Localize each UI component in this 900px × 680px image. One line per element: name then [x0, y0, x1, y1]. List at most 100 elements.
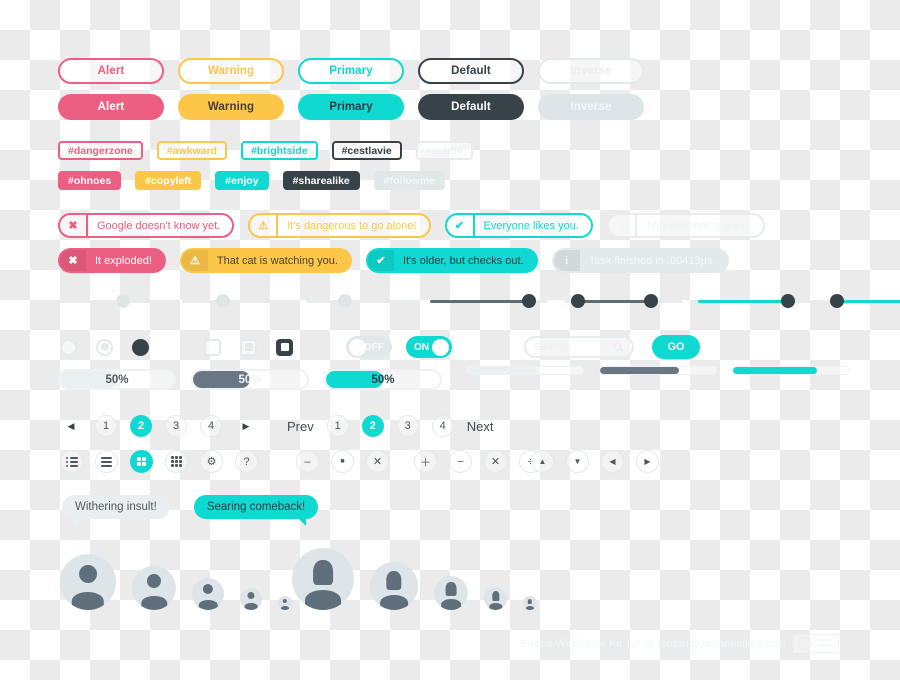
pagination-page-3[interactable]: 3	[165, 415, 187, 437]
avatar-head	[313, 559, 333, 585]
tag-label: #brightside	[250, 144, 308, 157]
copyright-icon: C	[798, 637, 812, 650]
triangle-right-icon[interactable]: ▶	[636, 450, 659, 473]
go-button[interactable]: GO	[652, 335, 700, 359]
checkbox-empty[interactable]	[204, 338, 221, 356]
warning-icon: ⚠	[181, 250, 208, 271]
minus-icon[interactable]: −	[449, 450, 472, 473]
button-warning-solid[interactable]: Warning	[178, 94, 284, 120]
button-label: Primary	[329, 101, 373, 113]
button-inverse-outline[interactable]: Inverse	[538, 58, 644, 84]
triangle-up-icon[interactable]: ▲	[531, 450, 554, 473]
alert-primary-solid[interactable]: ✔ It's older, but checks out.	[365, 248, 538, 273]
list-bullets-icon[interactable]	[60, 450, 83, 473]
radio-filled[interactable]	[132, 338, 149, 356]
checkbox-light[interactable]	[240, 338, 257, 356]
slider-knob[interactable]	[780, 294, 795, 308]
close-icon[interactable]: ✕	[366, 450, 389, 473]
button-label: Primary	[329, 65, 373, 77]
minimize-icon[interactable]: –	[296, 450, 319, 473]
alert-alert-solid[interactable]: ✖ It exploded!	[58, 248, 166, 273]
maximize-icon[interactable]: ■	[331, 450, 354, 473]
slider-knob-high[interactable]	[644, 294, 659, 308]
slider-light-3[interactable]	[306, 294, 414, 308]
speech-bubble-grey[interactable]: Withering insult!	[62, 495, 170, 526]
toggle-off-label: OFF	[364, 341, 384, 353]
radio-empty[interactable]	[60, 338, 77, 356]
toggle-on[interactable]: ON	[406, 336, 452, 358]
alert-warning-outline[interactable]: ⚠ It's dangerous to go alone!	[248, 213, 431, 238]
button-primary-solid[interactable]: Primary	[298, 94, 404, 120]
search-icon[interactable]	[613, 341, 624, 353]
pagination-next-button[interactable]: Next	[467, 415, 494, 437]
checkbox-filled[interactable]	[276, 338, 293, 356]
tag-inverse-outline[interactable]: #subtle	[415, 141, 473, 160]
slider-knob-low[interactable]	[571, 294, 586, 308]
tag-default-solid[interactable]: #sharealike	[282, 171, 360, 190]
slider-knob-low[interactable]	[830, 294, 845, 308]
slider-dark[interactable]	[430, 294, 548, 308]
progress-row-thin	[466, 366, 850, 375]
button-default-solid[interactable]: Default	[418, 94, 524, 120]
slider-knob[interactable]	[337, 294, 352, 308]
button-default-outline[interactable]: Default	[418, 58, 524, 84]
icon-button-row-math: ＋ − ✕ ÷	[414, 450, 542, 473]
pagination-page-4[interactable]: 4	[431, 415, 454, 437]
tag-primary-solid[interactable]: #enjoy	[215, 171, 269, 190]
pagination-page-3[interactable]: 3	[396, 415, 419, 437]
slider-range-cyan[interactable]	[830, 294, 900, 308]
question-icon[interactable]: ?	[235, 450, 258, 473]
button-warning-outline[interactable]: Warning	[178, 58, 284, 84]
progress-bar-thin-cyan	[732, 366, 850, 375]
multiply-icon[interactable]: ✕	[484, 450, 507, 473]
tag-alert-outline[interactable]: #dangerzone	[58, 141, 143, 160]
gear-icon[interactable]: ⚙	[200, 450, 223, 473]
pagination-page-2[interactable]: 2	[130, 415, 152, 437]
grid-four-icon[interactable]	[130, 450, 153, 473]
slider-light-1[interactable]	[58, 294, 166, 308]
alert-inverse-outline[interactable]: i This moment is gone.	[606, 213, 766, 238]
control-row: OFF ON Search GO	[60, 335, 700, 359]
tag-alert-solid[interactable]: #ohnoes	[58, 171, 122, 190]
grid-nine-icon[interactable]	[165, 450, 188, 473]
speech-bubble-cyan[interactable]: Searing comeback!	[193, 495, 319, 526]
slider-light-2[interactable]	[182, 294, 290, 308]
pagination-page-1[interactable]: 1	[95, 415, 117, 437]
slider-knob[interactable]	[115, 294, 130, 308]
triangle-left-icon[interactable]: ◀	[601, 450, 624, 473]
avatar-body	[441, 599, 461, 610]
button-alert-solid[interactable]: Alert	[58, 94, 164, 120]
pagination-prev-button[interactable]: Prev	[287, 415, 314, 437]
button-alert-outline[interactable]: Alert	[58, 58, 164, 84]
button-label: Default	[451, 65, 491, 77]
slider-knob[interactable]	[216, 294, 231, 308]
tag-inverse-solid[interactable]: #followme	[373, 171, 446, 190]
alert-inverse-solid[interactable]: i Task finished in .00413µs.	[551, 248, 730, 273]
pagination-next-arrow[interactable]: ▶	[235, 415, 257, 437]
search-input[interactable]: Search	[524, 336, 634, 358]
alert-primary-outline[interactable]: ✔ Everyone likes you.	[444, 213, 593, 238]
tag-warning-solid[interactable]: #copyleft	[135, 171, 202, 190]
plus-icon[interactable]: ＋	[414, 450, 437, 473]
progress-row-labeled: 50% 50% 50%	[58, 369, 442, 390]
tag-primary-outline[interactable]: #brightside	[240, 141, 318, 160]
slider-cyan[interactable]	[698, 294, 816, 308]
pagination-page-1[interactable]: 1	[326, 415, 349, 437]
button-inverse-solid[interactable]: Inverse	[538, 94, 644, 120]
pagination-page-2[interactable]: 2	[361, 415, 384, 437]
button-label: Alert	[97, 101, 125, 113]
pagination-prev-arrow[interactable]: ◀	[60, 415, 82, 437]
slider-knob[interactable]	[522, 294, 537, 308]
tag-default-outline[interactable]: #cestlavie	[331, 141, 402, 160]
button-primary-outline[interactable]: Primary	[298, 58, 404, 84]
list-lines-icon[interactable]	[95, 450, 118, 473]
tag-warning-outline[interactable]: #awkward	[156, 141, 227, 160]
info-icon: i	[609, 215, 637, 236]
radio-light[interactable]	[96, 338, 113, 356]
slider-range-dark[interactable]	[564, 294, 682, 308]
pagination-page-4[interactable]: 4	[200, 415, 222, 437]
alert-warning-solid[interactable]: ⚠ That cat is watching you.	[179, 248, 352, 273]
alert-alert-outline[interactable]: ✖ Google doesn't know yet.	[58, 213, 235, 238]
toggle-off[interactable]: OFF	[346, 336, 392, 358]
triangle-down-icon[interactable]: ▼	[566, 450, 589, 473]
